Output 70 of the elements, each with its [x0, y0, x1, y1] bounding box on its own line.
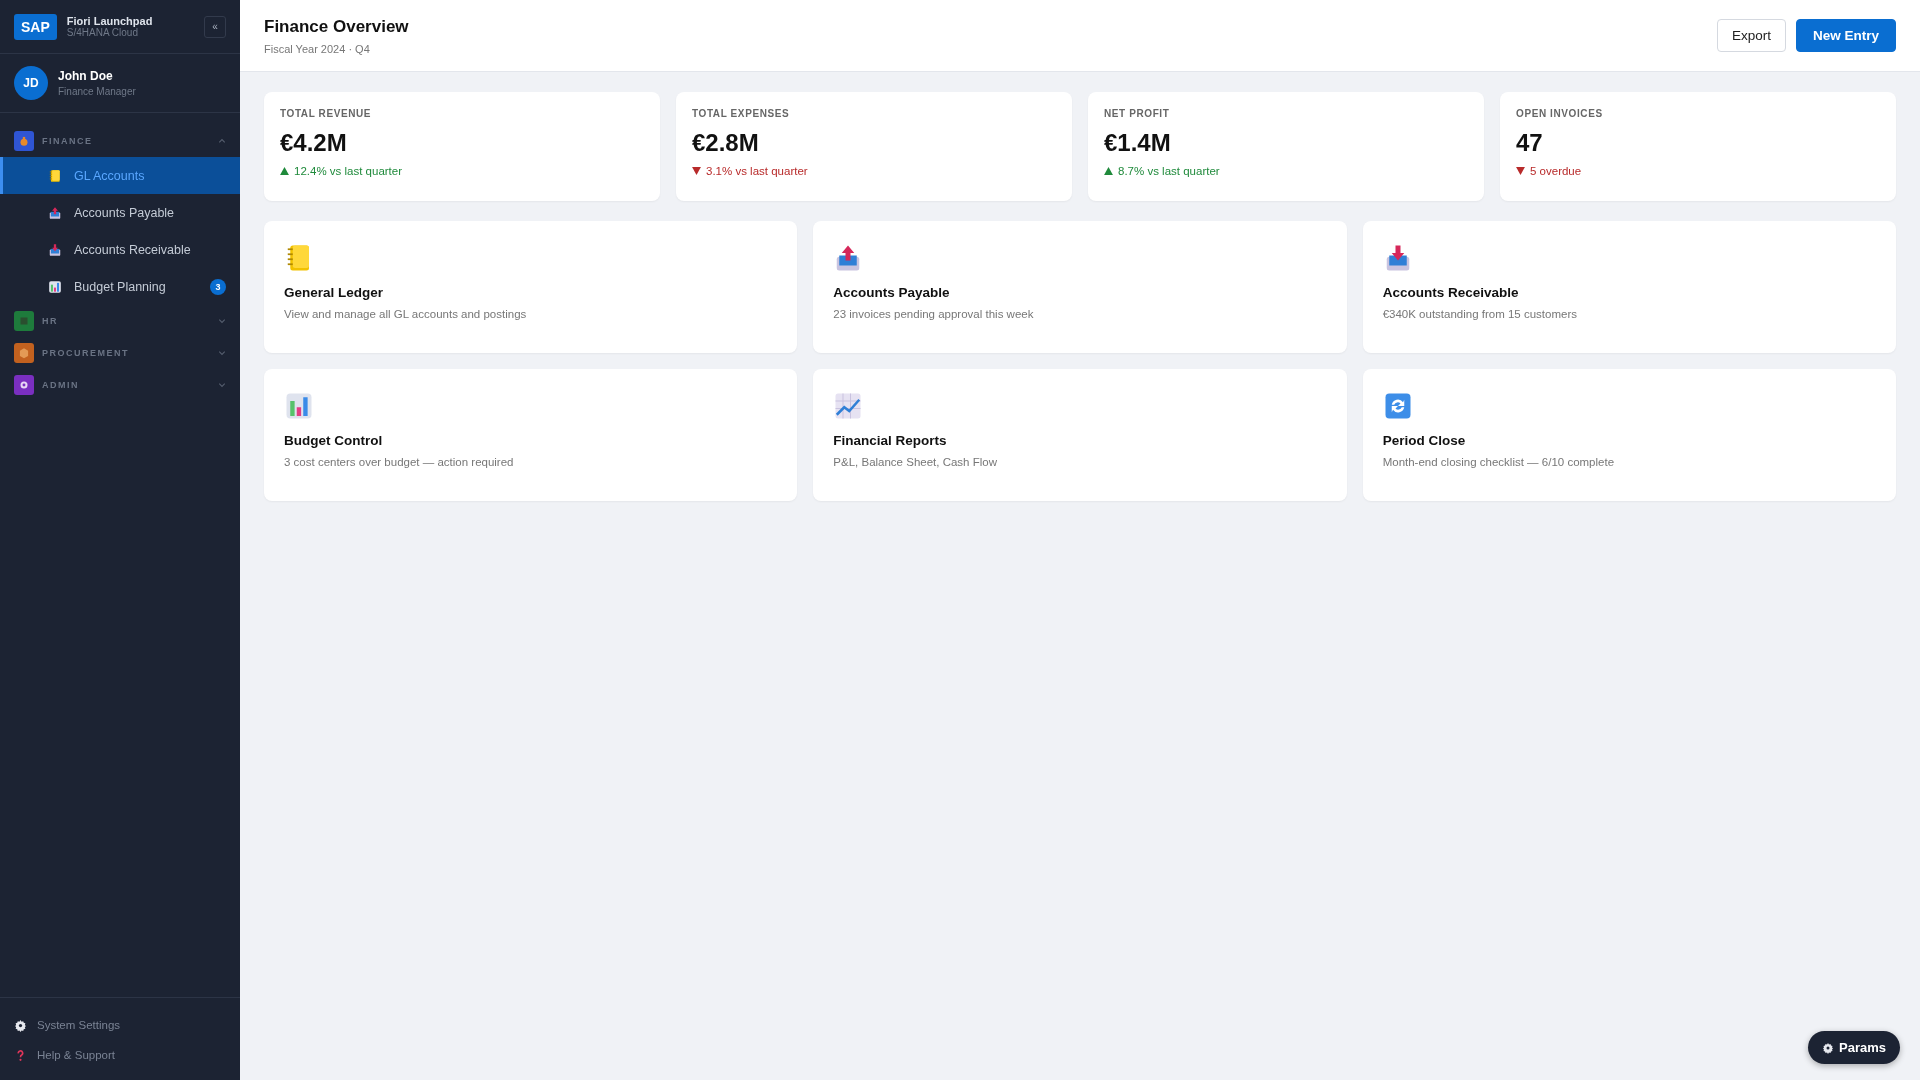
user-role: Finance Manager [58, 86, 136, 97]
app-tile[interactable]: Accounts Receivable €340K outstanding from 15 customers [1362, 221, 1896, 353]
tile-description: View and manage all GL accounts and postings [284, 308, 528, 320]
kpi-value: €4.2M [280, 129, 348, 157]
chevron-up-icon [218, 138, 226, 144]
app-tile[interactable]: Accounts Payable 23 invoices pending approval this week [813, 221, 1347, 353]
new-entry-button[interactable]: New Entry [1795, 19, 1896, 52]
app-tile[interactable]: General Ledger View and manage all GL accounts and postings [264, 221, 798, 353]
tile-title: Period Close [1382, 433, 1467, 448]
nav-label: Accounts Payable [74, 205, 176, 220]
app-tile[interactable]: Budget Control 3 cost centers over budget — action required [264, 369, 798, 501]
group-label: ADMIN [42, 380, 80, 390]
kpi-value: 47 [1516, 129, 1544, 157]
kpi-value: €1.4M [1104, 129, 1172, 157]
nav-item[interactable]: Budget Planning 3 [0, 268, 240, 305]
inbox-icon [48, 242, 62, 257]
tile-title: Budget Control [284, 433, 384, 448]
collapse-button[interactable]: « [204, 15, 226, 38]
user-name: John Doe [58, 69, 114, 83]
notebook-icon [48, 168, 62, 183]
page-title: Finance Overview [264, 16, 409, 37]
nav-label: Accounts Receivable [74, 242, 192, 257]
kpi-change: 3.1% vs last quarter [706, 165, 808, 177]
sidebar-link[interactable]: Help & Support [14, 1040, 226, 1070]
nav-label: Budget Planning [74, 279, 167, 294]
tile-description: Month-end closing checklist — 6/10 complete [1382, 456, 1616, 468]
kpi-change: 5 overdue [1530, 165, 1582, 177]
link-label: Help & Support [37, 1049, 115, 1061]
settings-icon [1822, 1041, 1834, 1054]
tile-description: €340K outstanding from 15 customers [1382, 308, 1578, 320]
tile-title: Financial Reports [833, 433, 948, 448]
group-label: PROCUREMENT [42, 348, 130, 358]
chevron-down-icon [218, 318, 226, 324]
count-badge: 3 [210, 278, 226, 295]
bar-chart-icon [48, 279, 62, 294]
kpi-label: OPEN INVOICES [1516, 108, 1604, 119]
line-chart-icon [833, 391, 864, 421]
tile-title: Accounts Receivable [1382, 285, 1520, 300]
params-button[interactable]: Params [1808, 1031, 1900, 1064]
kpi-change: 12.4% vs last quarter [294, 165, 403, 177]
outbox-icon [48, 205, 62, 220]
group-label: FINANCE [42, 136, 94, 146]
nav-item[interactable]: Accounts Payable [0, 194, 240, 231]
chevron-down-icon [218, 382, 226, 388]
tile-title: Accounts Payable [833, 285, 951, 300]
app-title: Fiori Launchpad [66, 15, 154, 27]
logo: SAP [14, 13, 57, 40]
app-subtitle: S/4HANA Cloud [66, 27, 138, 38]
app-tile[interactable]: Period Close Month-end closing checklist — 6/10 complete [1362, 369, 1896, 501]
export-button[interactable]: Export [1716, 19, 1786, 52]
settings-icon [14, 1018, 27, 1032]
nav-label: GL Accounts [74, 168, 146, 183]
kpi-value: €2.8M [692, 129, 760, 157]
kpi-label: NET PROFIT [1104, 108, 1171, 119]
kpi-change: 8.7% vs last quarter [1118, 165, 1220, 177]
tile-description: 3 cost centers over budget — action required [284, 456, 515, 468]
tile-description: 23 invoices pending approval this week [833, 308, 1035, 320]
chevron-down-icon [218, 350, 226, 356]
page-subtitle: Fiscal Year 2024 · Q4 [264, 42, 371, 55]
kpi-label: TOTAL REVENUE [280, 108, 373, 119]
sidebar-link[interactable]: System Settings [14, 1010, 226, 1040]
avatar: JD [14, 66, 48, 100]
app-tile[interactable]: Financial Reports P&L, Balance Sheet, Cash Flow [813, 369, 1347, 501]
group-label: HR [42, 316, 59, 326]
nav-item[interactable]: Accounts Receivable [0, 231, 240, 268]
kpi-label: TOTAL EXPENSES [692, 108, 791, 119]
tile-description: P&L, Balance Sheet, Cash Flow [833, 456, 998, 468]
link-label: System Settings [37, 1019, 121, 1031]
bar-chart-icon [284, 391, 314, 421]
tile-title: General Ledger [284, 285, 385, 300]
